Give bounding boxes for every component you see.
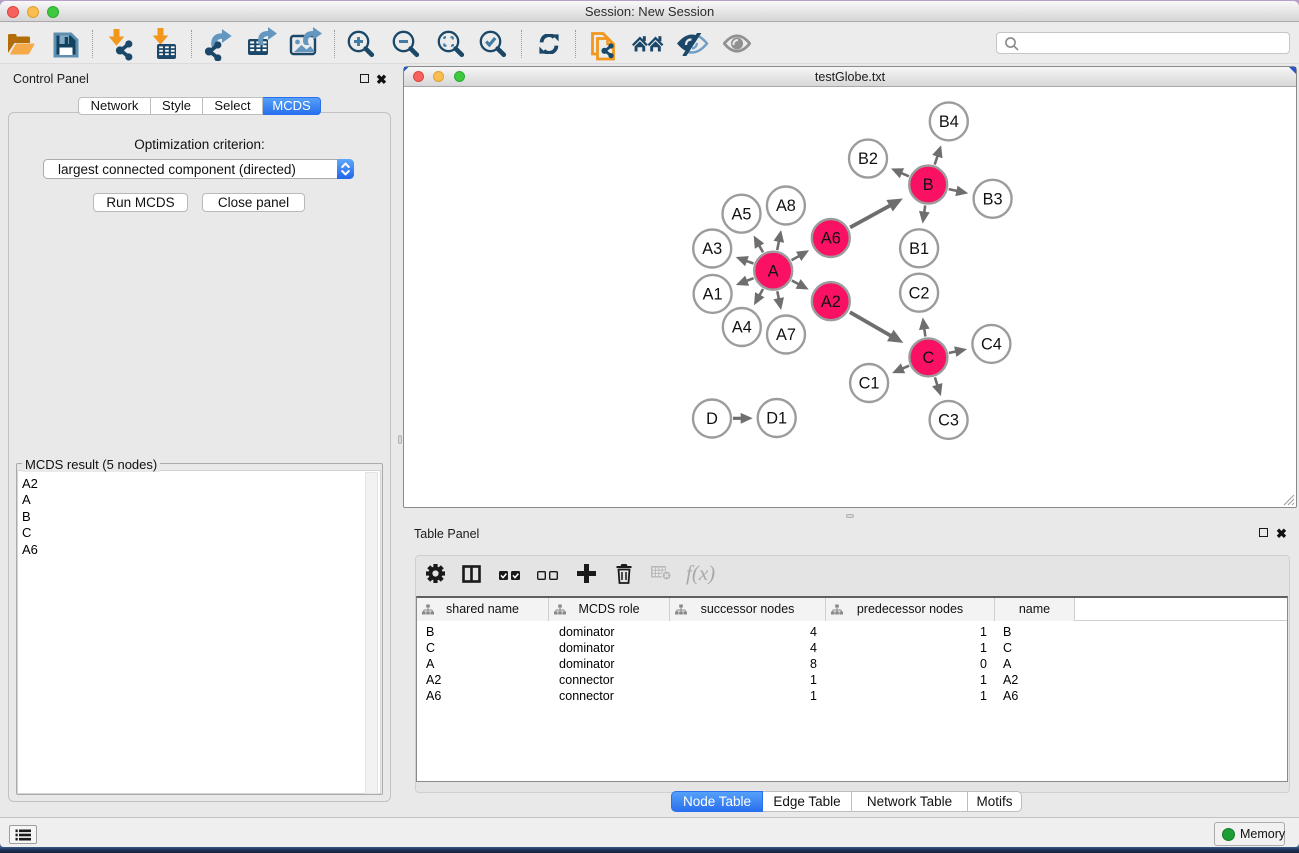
svg-text:A6: A6 — [821, 230, 841, 248]
svg-text:A1: A1 — [703, 286, 723, 304]
svg-text:D1: D1 — [766, 410, 787, 428]
svg-text:B4: B4 — [939, 113, 959, 131]
svg-text:D: D — [706, 410, 718, 428]
svg-text:B2: B2 — [858, 150, 878, 168]
svg-text:C4: C4 — [981, 336, 1002, 354]
svg-text:C1: C1 — [859, 375, 880, 393]
svg-text:A5: A5 — [732, 205, 752, 223]
svg-text:B1: B1 — [909, 240, 929, 258]
svg-text:A8: A8 — [776, 197, 796, 215]
svg-text:A3: A3 — [702, 240, 722, 258]
svg-text:B3: B3 — [983, 190, 1003, 208]
svg-text:A7: A7 — [776, 326, 796, 344]
svg-text:B: B — [923, 176, 934, 194]
svg-text:C: C — [923, 349, 935, 367]
svg-text:A: A — [768, 262, 779, 280]
svg-text:C2: C2 — [909, 284, 930, 302]
svg-text:C3: C3 — [938, 412, 959, 430]
svg-text:A2: A2 — [821, 293, 841, 311]
svg-text:A4: A4 — [732, 319, 752, 337]
